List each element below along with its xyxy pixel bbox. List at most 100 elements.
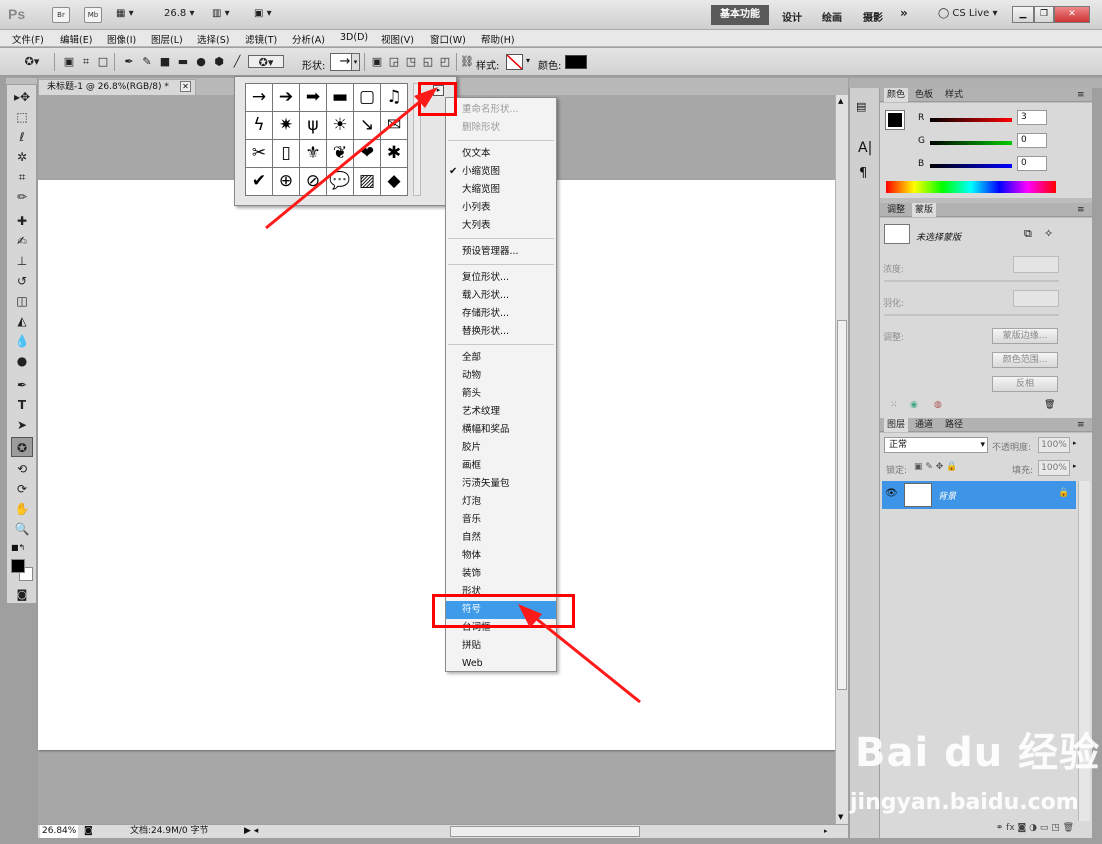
pixel-mask-icon[interactable]: ⧉ [1024, 227, 1032, 241]
layer-row-background[interactable]: 👁 背景 🔒 [882, 481, 1076, 509]
flyout-menu-item[interactable]: 存储形状... [446, 305, 556, 323]
tab-swatches[interactable]: 色板 [912, 88, 936, 102]
paint-bucket-tool-icon[interactable]: ◭ [11, 311, 33, 331]
quick-mask-icon[interactable]: ◙ [11, 585, 33, 605]
scroll-right-icon[interactable]: ▸ [824, 825, 828, 838]
flyout-menu-item[interactable]: 箭头 [446, 385, 556, 403]
tab-layers[interactable]: 图层 [884, 418, 909, 432]
shape-lightning[interactable]: ϟ [246, 112, 273, 140]
r-input[interactable]: 3 [1017, 110, 1047, 125]
character-panel-icon[interactable]: A| [858, 140, 872, 156]
eyedropper-tool-icon[interactable]: ✏ [11, 187, 33, 207]
workspace-design[interactable]: 设计 [782, 9, 802, 24]
hand-tool-icon[interactable]: ✋ [11, 499, 33, 519]
more-workspaces-button[interactable]: » [900, 6, 908, 20]
shape-envelope[interactable]: ✉ [381, 112, 408, 140]
subtract-mode-icon[interactable]: ◳ [404, 55, 418, 68]
tool-preset-picker[interactable]: ✪▾ [20, 55, 44, 68]
shape-arrow-bold[interactable]: ➡ [300, 84, 327, 112]
flyout-menu-item[interactable]: 大列表 [446, 217, 556, 235]
workspace-painting[interactable]: 绘画 [822, 9, 842, 24]
scroll-down-icon[interactable]: ▼ [838, 813, 843, 821]
quick-selection-tool-icon[interactable]: ✲ [11, 147, 33, 167]
foreground-swatch[interactable] [885, 110, 905, 130]
histogram-icon[interactable]: ▤ [856, 100, 866, 113]
canvas[interactable] [38, 180, 835, 750]
vertical-scroll-thumb[interactable] [837, 320, 847, 690]
workspace-photography[interactable]: 摄影 [863, 9, 883, 24]
shape-arrow[interactable]: ➔ [273, 84, 300, 112]
feather-slider[interactable] [884, 314, 1059, 316]
custom-shape-tool-icon[interactable]: ✪ [11, 437, 33, 457]
menu-file[interactable]: 文件(F) [12, 32, 44, 46]
flyout-menu-item[interactable]: Web [446, 655, 556, 673]
flyout-menu-item[interactable]: 预设管理器... [446, 243, 556, 261]
intersect-mode-icon[interactable]: ◱ [421, 55, 435, 68]
flyout-menu-item[interactable]: 装饰 [446, 565, 556, 583]
flyout-menu-item[interactable]: ✔ 小缩览图 [446, 163, 556, 181]
shape-grass[interactable]: ψ [300, 112, 327, 140]
polygon-icon[interactable]: ⬢ [212, 55, 226, 68]
load-selection-icon[interactable]: ⁙ [890, 400, 898, 410]
lasso-tool-icon[interactable]: ℓ [11, 127, 33, 147]
healing-brush-tool-icon[interactable]: ✚ [11, 211, 33, 231]
shape-speech-bubble[interactable]: 💬 [327, 168, 354, 196]
brush-tool-icon[interactable]: ✍ [11, 231, 33, 251]
apply-mask-icon[interactable]: ◉ [910, 400, 918, 410]
invert-button[interactable]: 反相 [992, 376, 1058, 392]
style-dropdown-icon[interactable]: ▾ [526, 56, 530, 65]
b-slider[interactable] [930, 164, 1012, 168]
flyout-menu-item[interactable]: 小列表 [446, 199, 556, 217]
style-swatch[interactable] [506, 54, 523, 70]
flyout-menu-item[interactable]: 仅文本 [446, 145, 556, 163]
flyout-menu-item[interactable]: 污渍矢量包 [446, 475, 556, 493]
flyout-menu-item[interactable]: 横幅和奖品 [446, 421, 556, 439]
dodge-tool-icon[interactable]: ● [11, 351, 33, 371]
flyout-menu-item[interactable]: 重命名形状... [446, 101, 556, 119]
density-slider[interactable] [884, 280, 1059, 282]
shape-scissors[interactable]: ✂ [246, 140, 273, 168]
flyout-menu-item[interactable]: 胶片 [446, 439, 556, 457]
clone-stamp-tool-icon[interactable]: ⊥ [11, 251, 33, 271]
foreground-color-swatch[interactable] [11, 559, 25, 573]
fill-arrow-icon[interactable]: ▸ [1073, 462, 1077, 470]
flyout-menu-item[interactable]: 删除形状 [446, 119, 556, 137]
panel-menu-icon[interactable]: ≡ [1074, 203, 1088, 217]
fill-input[interactable]: 100% [1038, 460, 1070, 476]
shape-dropdown-button[interactable]: ▾ [351, 53, 360, 71]
workspace-essentials[interactable]: 基本功能 [711, 5, 769, 25]
custom-shape-icon[interactable]: ✪▾ [248, 55, 284, 69]
shape-target[interactable]: ⊕ [273, 168, 300, 196]
tab-adjustments[interactable]: 调整 [884, 203, 908, 217]
flyout-menu-item[interactable]: 物体 [446, 547, 556, 565]
mini-bridge-button[interactable]: Mb [84, 7, 102, 23]
shape-blank-frame[interactable]: ▯ [273, 140, 300, 168]
color-swatch[interactable] [565, 55, 587, 69]
view-extras-icon[interactable]: ▦ ▾ [116, 8, 134, 19]
panel-menu-icon[interactable]: ≡ [1074, 418, 1088, 432]
menu-filter[interactable]: 滤镜(T) [245, 32, 277, 46]
rounded-rectangle-icon[interactable]: ▬ [176, 55, 190, 68]
shape-checkmark[interactable]: ✔ [246, 168, 273, 196]
ellipse-icon[interactable]: ● [194, 55, 208, 68]
menu-layer[interactable]: 图层(L) [151, 32, 183, 46]
disable-mask-icon[interactable]: ◍ [934, 400, 942, 410]
opacity-input[interactable]: 100% [1038, 437, 1070, 453]
zoom-preview-icon[interactable]: ◙ [84, 825, 93, 838]
shape-starburst[interactable]: ✷ [273, 112, 300, 140]
r-slider[interactable] [930, 118, 1012, 122]
vertical-scrollbar[interactable]: ▲ ▼ [835, 95, 848, 824]
feather-input[interactable] [1013, 290, 1059, 307]
shape-puzzle[interactable]: ✱ [381, 140, 408, 168]
flyout-menu-item[interactable]: 大缩览图 [446, 181, 556, 199]
document-tab[interactable]: 未标题-1 @ 26.8%(RGB/8) * ✕ [38, 79, 196, 95]
flyout-menu-item[interactable]: 替换形状... [446, 323, 556, 341]
b-input[interactable]: 0 [1017, 156, 1047, 171]
paragraph-panel-icon[interactable]: ¶ [859, 166, 867, 181]
rectangle-icon[interactable]: ■ [158, 55, 172, 68]
shape-thumbtack[interactable]: ↘ [354, 112, 381, 140]
menu-help[interactable]: 帮助(H) [481, 32, 515, 46]
density-input[interactable] [1013, 256, 1059, 273]
tab-channels[interactable]: 通道 [912, 418, 936, 432]
delete-mask-icon[interactable]: 🗑 [1044, 400, 1055, 410]
